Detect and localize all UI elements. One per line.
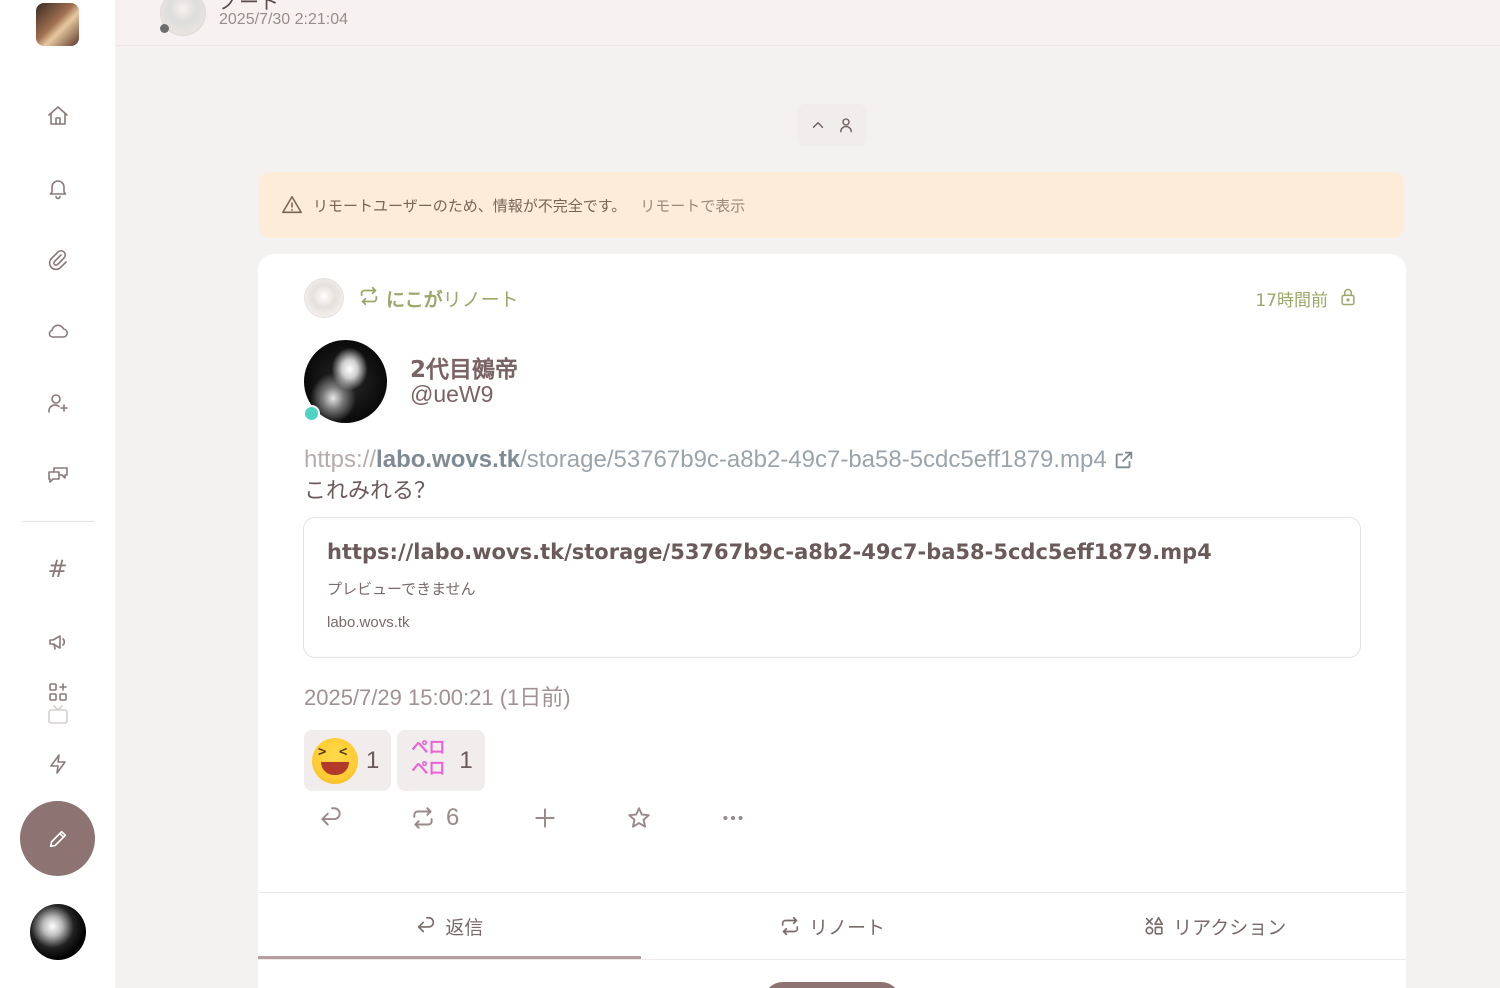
note-timestamp[interactable]: 2025/7/29 15:00:21 (1日前) bbox=[304, 680, 571, 712]
reactions-bar: 1 ペロペロ 1 bbox=[304, 730, 485, 791]
tab-reactions[interactable]: リアクション bbox=[1023, 893, 1406, 959]
repeat-icon bbox=[413, 807, 433, 829]
tab-label: 返信 bbox=[445, 916, 484, 939]
renoter-avatar[interactable] bbox=[304, 278, 344, 318]
laughing-emoji-icon bbox=[312, 737, 358, 784]
tabs-bottom-border bbox=[258, 959, 1406, 960]
bell-icon[interactable] bbox=[43, 173, 72, 202]
reply-icon bbox=[418, 916, 435, 933]
tab-label: リアクション bbox=[1173, 916, 1287, 939]
note-content: https://labo.wovs.tk/storage/53767b9c-a8… bbox=[304, 444, 1364, 508]
reply-button[interactable] bbox=[318, 802, 344, 834]
reaction-peropero[interactable]: ペロペロ 1 bbox=[397, 730, 485, 791]
page-subtitle-datetime: 2025/7/30 2:21:04 bbox=[219, 11, 349, 28]
online-status-dot bbox=[303, 405, 320, 422]
url-path: /storage/53767b9c-a8b2-49c7-ba58-5cdc5ef… bbox=[520, 446, 1107, 473]
reaction-count: 1 bbox=[366, 746, 380, 774]
note-tabs: 返信 リノート リアクション bbox=[258, 893, 1406, 959]
reply-icon bbox=[321, 807, 341, 826]
note-card: にこが リノート 17時間前 2代目鵺帝 @ueW9 https://labo.… bbox=[258, 254, 1406, 988]
preview-description: プレビューできません bbox=[327, 580, 476, 598]
tab-label: リノート bbox=[809, 916, 886, 939]
reaction-icon bbox=[1145, 916, 1164, 935]
megaphone-icon[interactable] bbox=[43, 627, 72, 656]
paperclip-icon[interactable] bbox=[43, 245, 72, 274]
bolt-icon[interactable] bbox=[43, 749, 72, 778]
favorite-button[interactable] bbox=[626, 802, 652, 834]
chevron-up-icon bbox=[812, 122, 824, 128]
account-avatar[interactable] bbox=[30, 904, 86, 960]
url-scheme: https:// bbox=[304, 446, 377, 473]
header-status-dot bbox=[160, 24, 169, 33]
renote-label: リノート bbox=[442, 288, 519, 311]
renote-info: にこが リノート bbox=[304, 278, 519, 318]
more-button[interactable] bbox=[720, 802, 746, 834]
repeat-icon bbox=[781, 916, 799, 936]
renote-time[interactable]: 17時間前 bbox=[1255, 286, 1328, 311]
page-header: ノート 2025/7/30 2:21:04 bbox=[115, 0, 1500, 46]
warning-icon bbox=[282, 195, 302, 214]
reaction-laughing[interactable]: 1 bbox=[304, 730, 392, 791]
url-preview-card[interactable]: https://labo.wovs.tk/storage/53767b9c-a8… bbox=[303, 517, 1361, 658]
preview-site-name: labo.wovs.tk bbox=[327, 614, 410, 631]
peropero-emoji-icon: ペロペロ bbox=[411, 737, 446, 779]
chat-icon[interactable] bbox=[43, 460, 72, 489]
cloud-icon[interactable] bbox=[43, 316, 72, 345]
preview-title: https://labo.wovs.tk/storage/53767b9c-a8… bbox=[327, 540, 1212, 564]
compose-button[interactable] bbox=[20, 801, 95, 876]
load-more-button[interactable] bbox=[763, 982, 901, 988]
author-handle[interactable]: @ueW9 bbox=[410, 381, 493, 408]
note-link[interactable]: https://labo.wovs.tk/storage/53767b9c-a8… bbox=[304, 444, 1364, 476]
show-author-toggle[interactable] bbox=[797, 104, 867, 146]
star-icon bbox=[628, 807, 650, 828]
tab-renotes[interactable]: リノート bbox=[641, 893, 1024, 959]
renote-count: 6 bbox=[446, 804, 460, 831]
renote-button[interactable]: 6 bbox=[410, 802, 459, 834]
repeat-icon bbox=[358, 285, 380, 311]
user-icon bbox=[840, 118, 852, 133]
tv-icon[interactable] bbox=[43, 700, 72, 729]
pencil-icon bbox=[49, 830, 66, 847]
add-reaction-button[interactable] bbox=[532, 802, 558, 834]
author-name[interactable]: 2代目鵺帝 bbox=[410, 350, 518, 384]
tab-replies[interactable]: 返信 bbox=[258, 893, 641, 959]
renoter-name[interactable]: にこが bbox=[386, 285, 443, 312]
remote-user-warning: リモートユーザーのため、情報が不完全です。 リモートで表示 bbox=[259, 172, 1404, 238]
sidebar: # bbox=[0, 0, 115, 988]
more-dots-icon bbox=[723, 815, 743, 821]
url-host: labo.wovs.tk bbox=[376, 446, 521, 473]
external-link-icon bbox=[1113, 449, 1135, 471]
plus-icon bbox=[535, 808, 555, 828]
home-icon[interactable] bbox=[43, 101, 72, 130]
sidebar-divider bbox=[22, 521, 94, 522]
reaction-count: 1 bbox=[459, 746, 473, 774]
hashtag-icon[interactable]: # bbox=[43, 555, 72, 584]
note-body-text: これみれる？ bbox=[304, 479, 437, 504]
lock-icon bbox=[1338, 287, 1358, 311]
instance-icon[interactable] bbox=[36, 3, 79, 46]
warning-text: リモートユーザーのため、情報が不完全です。 bbox=[313, 196, 627, 215]
view-on-remote-link[interactable]: リモートで表示 bbox=[640, 195, 745, 216]
user-plus-icon[interactable] bbox=[43, 388, 72, 417]
